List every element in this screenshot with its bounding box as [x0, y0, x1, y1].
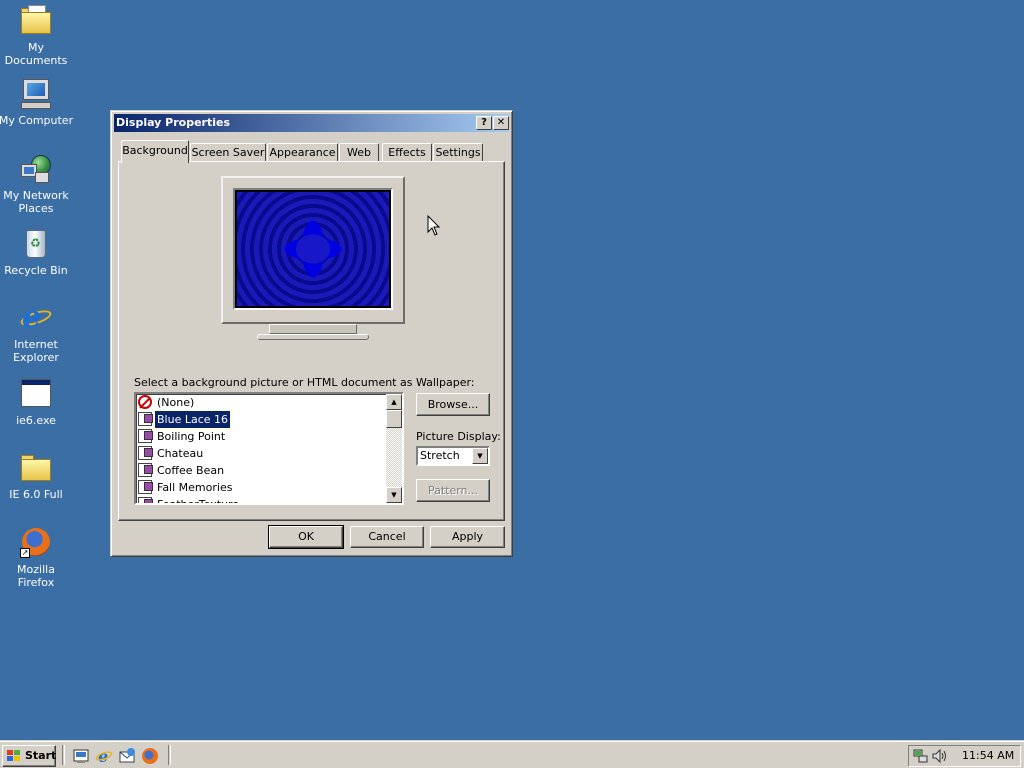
bitmap-icon — [138, 463, 153, 477]
dialog-title: Display Properties — [116, 116, 231, 129]
shortcut-arrow-icon: ↗ — [20, 548, 30, 558]
bitmap-icon — [138, 497, 153, 503]
folder-icon — [19, 451, 53, 485]
dialog-titlebar[interactable]: Display Properties ? ✕ — [114, 114, 509, 132]
firefox-icon: ↗ — [19, 526, 53, 560]
list-item[interactable]: FeatherTexture — [136, 496, 402, 503]
system-tray: 11:54 AM — [908, 745, 1021, 767]
recycle-bin-icon — [19, 227, 53, 261]
desktop-icon-label: My Documents — [4, 41, 68, 67]
start-button[interactable]: Start — [2, 745, 56, 767]
svg-text:e: e — [98, 747, 108, 765]
picture-display-label: Picture Display: — [416, 430, 501, 443]
display-properties-dialog: Display Properties ? ✕ Background Screen… — [110, 110, 513, 557]
bitmap-icon — [138, 446, 153, 460]
volume-icon[interactable] — [931, 748, 949, 767]
list-item[interactable]: Fall Memories — [136, 479, 402, 496]
toolbar-grip[interactable] — [62, 745, 65, 765]
desktop-icon-label: Explorer — [13, 351, 59, 364]
desktop-icon-label: ie6.exe — [16, 414, 56, 427]
desktop-icon-ie6-full[interactable]: IE 6.0 Full — [0, 451, 74, 501]
list-item[interactable]: Chateau — [136, 445, 402, 462]
toolbar-grip[interactable] — [168, 745, 171, 765]
tab-appearance[interactable]: Appearance — [267, 143, 338, 162]
close-button[interactable]: ✕ — [493, 116, 509, 130]
scroll-thumb[interactable] — [386, 410, 402, 428]
internet-explorer-icon: e — [18, 301, 54, 335]
outlook-express-icon[interactable] — [118, 747, 136, 765]
wallpaper-preview — [237, 192, 389, 306]
firefox-icon[interactable] — [141, 747, 159, 765]
scroll-down-icon[interactable]: ▼ — [386, 487, 402, 503]
browse-button[interactable]: Browse... — [416, 393, 490, 416]
monitor-stand — [269, 324, 357, 334]
picture-display-select[interactable]: Stretch ▼ — [416, 446, 490, 466]
ok-button[interactable]: OK — [268, 525, 344, 549]
background-tab-panel: Select a background picture or HTML docu… — [118, 161, 505, 521]
network-places-icon — [19, 152, 53, 186]
tab-effects[interactable]: Effects — [382, 143, 432, 162]
my-computer-icon — [19, 77, 53, 111]
clock[interactable]: 11:54 AM — [962, 746, 1014, 766]
tab-web[interactable]: Web — [339, 143, 379, 162]
windows-logo-icon — [7, 750, 22, 763]
tab-screen-saver[interactable]: Screen Saver — [190, 143, 266, 162]
network-icon[interactable] — [913, 748, 929, 767]
bitmap-icon — [138, 412, 153, 426]
bitmap-icon — [138, 429, 153, 443]
tab-settings[interactable]: Settings — [433, 143, 483, 162]
desktop-icon-label: IE 6.0 Full — [9, 488, 63, 501]
pattern-button[interactable]: Pattern... — [416, 479, 490, 502]
wallpaper-list[interactable]: (None) Blue Lace 16 Boiling Point Chatea… — [134, 392, 404, 505]
desktop-icon-internet-explorer[interactable]: e Internet Explorer — [0, 301, 74, 365]
internet-explorer-icon[interactable]: e — [95, 747, 113, 766]
desktop-icon-label: My Computer — [0, 114, 74, 127]
cancel-button[interactable]: Cancel — [350, 526, 424, 548]
chevron-down-icon[interactable]: ▼ — [472, 448, 488, 464]
taskbar: Start e 11:54 AM — [0, 740, 1024, 768]
monitor-preview — [221, 176, 405, 324]
tab-background[interactable]: Background — [121, 140, 189, 163]
picture-display-value: Stretch — [420, 449, 460, 462]
wallpaper-list-scrollbar[interactable]: ▲ ▼ — [386, 394, 402, 503]
help-button[interactable]: ? — [476, 116, 492, 130]
desktop-icon-recycle-bin[interactable]: Recycle Bin — [0, 227, 74, 277]
mouse-cursor-icon — [427, 215, 441, 236]
wallpaper-prompt: Select a background picture or HTML docu… — [134, 376, 475, 389]
desktop-icon-label: My Network — [3, 189, 69, 202]
bitmap-icon — [138, 480, 153, 494]
desktop-icon-ie6-exe[interactable]: ie6.exe — [0, 377, 74, 427]
desktop-icon-label: Mozilla Firefox — [17, 563, 55, 589]
list-item[interactable]: Coffee Bean — [136, 462, 402, 479]
desktop-icon-firefox[interactable]: ↗ Mozilla Firefox — [0, 526, 74, 589]
desktop-icon-label: Recycle Bin — [4, 264, 68, 277]
apply-button[interactable]: Apply — [430, 526, 505, 548]
desktop-icon-label: Places — [18, 202, 54, 215]
list-item[interactable]: Boiling Point — [136, 428, 402, 445]
none-icon — [138, 395, 152, 409]
start-label: Start — [25, 749, 57, 762]
desktop-icon-my-documents[interactable]: My Documents — [0, 4, 74, 67]
scroll-up-icon[interactable]: ▲ — [386, 394, 402, 410]
monitor-base — [257, 334, 369, 340]
desktop-icon-label: Internet — [14, 338, 58, 351]
desktop-icon-my-computer[interactable]: My Computer — [0, 77, 74, 127]
list-item[interactable]: (None) — [136, 394, 402, 411]
application-exe-icon — [19, 377, 53, 411]
show-desktop-icon[interactable] — [72, 747, 90, 765]
desktop-icon-network-places[interactable]: My Network Places — [0, 152, 74, 215]
my-documents-icon — [19, 4, 53, 38]
list-item[interactable]: Blue Lace 16 — [136, 410, 402, 429]
